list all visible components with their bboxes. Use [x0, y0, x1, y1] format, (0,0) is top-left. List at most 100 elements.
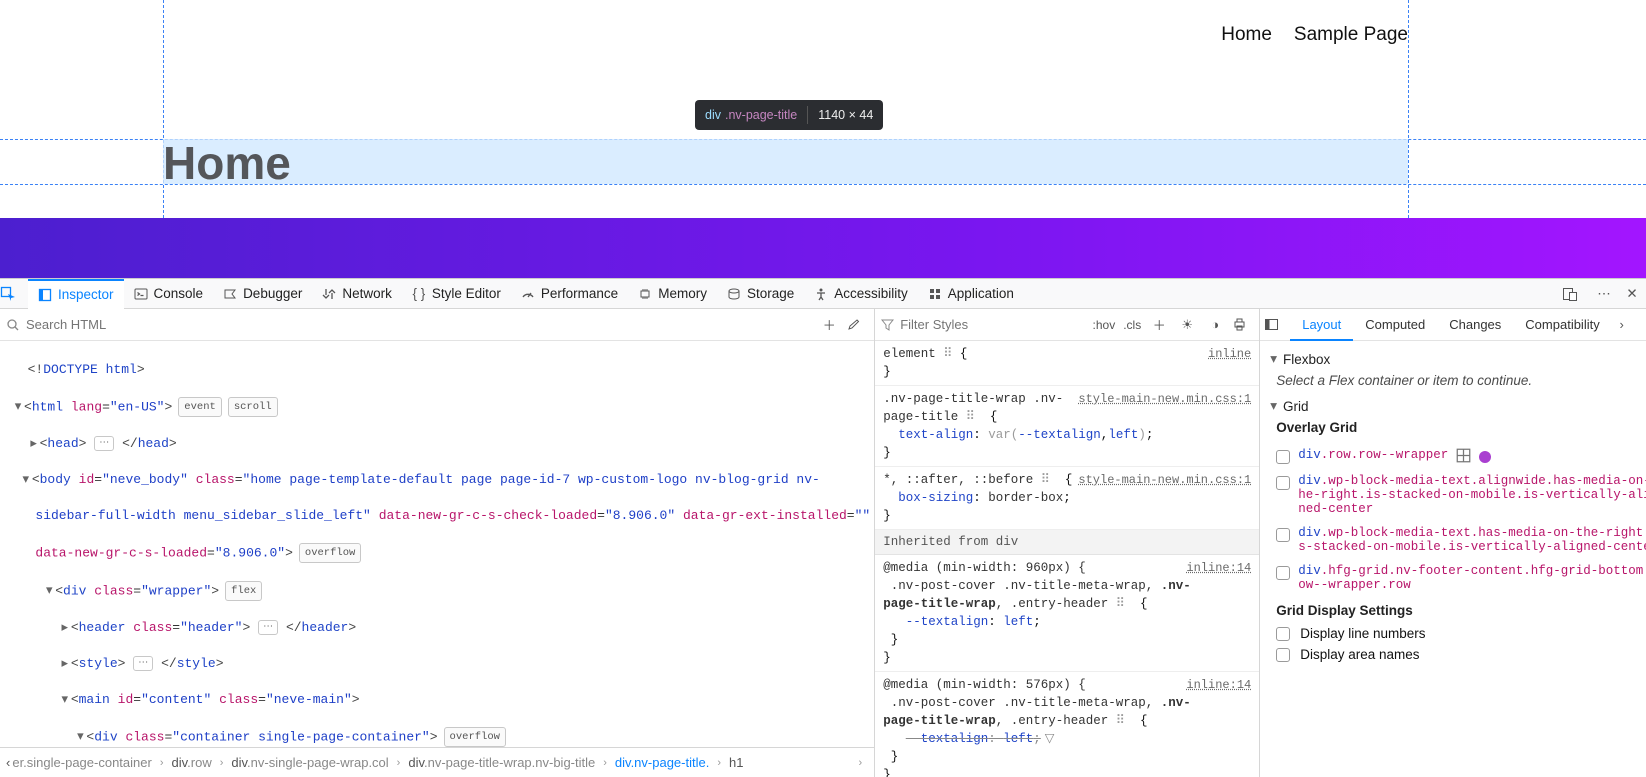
- tab-debugger[interactable]: Debugger: [213, 279, 312, 309]
- print-icon[interactable]: [1233, 318, 1253, 331]
- rule-universal[interactable]: style-main-new.min.css:1 *, ::after, ::b…: [875, 467, 1259, 530]
- color-swatch[interactable]: [1479, 451, 1491, 463]
- kebab-icon[interactable]: ⋯: [1590, 286, 1618, 302]
- rule-media-576[interactable]: inline:14 @media (min-width: 576px) { .n…: [875, 672, 1259, 777]
- flexbox-header[interactable]: Flexbox: [1270, 351, 1646, 367]
- tab-label: Accessibility: [834, 286, 908, 301]
- breadcrumbs[interactable]: ‹ er.single-page-container› div.row› div…: [0, 747, 874, 777]
- checkbox[interactable]: [1276, 648, 1290, 662]
- markup-tree[interactable]: <!DOCTYPE html> <html lang="en-US">event…: [0, 341, 874, 747]
- tab-style-editor[interactable]: { }Style Editor: [402, 279, 511, 309]
- rule-page-title[interactable]: style-main-new.min.css:1 .nv-page-title-…: [875, 386, 1259, 467]
- tab-label: Inspector: [58, 287, 114, 302]
- tab-application[interactable]: Application: [918, 279, 1024, 309]
- purple-hero: [0, 218, 1646, 278]
- funnel-icon: [881, 318, 894, 331]
- eyedropper-icon[interactable]: [846, 318, 868, 332]
- tab-inspector[interactable]: Inspector: [28, 279, 124, 309]
- tab-label: Network: [342, 286, 392, 301]
- source-link[interactable]: inline:14: [1186, 559, 1251, 577]
- checkbox[interactable]: [1276, 627, 1290, 641]
- grid-list: div.row.row--wrapper div.wp-block-media-…: [1276, 443, 1646, 597]
- rule-element[interactable]: inline element ⠿ {}: [875, 341, 1259, 386]
- element-picker-icon[interactable]: [0, 286, 28, 302]
- source-link[interactable]: inline:14: [1186, 676, 1251, 694]
- crumb[interactable]: div.nv-page-title-wrap.nv-big-title: [408, 755, 595, 770]
- badge-flex[interactable]: flex: [225, 581, 262, 601]
- subtab-compat[interactable]: Compatibility: [1513, 309, 1611, 341]
- checkbox[interactable]: [1276, 476, 1290, 490]
- tab-console[interactable]: Console: [124, 279, 214, 309]
- nav-link-home[interactable]: Home: [1221, 24, 1272, 46]
- checkbox[interactable]: [1276, 450, 1290, 464]
- grid-badge-icon[interactable]: [1456, 448, 1471, 463]
- crumb[interactable]: h1: [729, 755, 743, 770]
- cls-toggle[interactable]: .cls: [1123, 318, 1141, 332]
- grid-overlay-item[interactable]: div.wp-block-media-text.has-media-on-the…: [1276, 521, 1646, 559]
- badge-scroll[interactable]: scroll: [228, 397, 278, 417]
- grid-overlay-item[interactable]: div.wp-block-media-text.alignwide.has-me…: [1276, 469, 1646, 521]
- a11y-icon: [814, 287, 828, 301]
- crumb[interactable]: div.row: [172, 755, 212, 770]
- markup-toolbar: ＋: [0, 309, 874, 341]
- grid-overlay-item[interactable]: div.row.row--wrapper: [1276, 443, 1646, 469]
- funnel-icon[interactable]: ▽: [1045, 732, 1055, 746]
- badge-overflow[interactable]: overflow: [299, 543, 361, 563]
- dark-scheme-icon[interactable]: ◑: [1205, 317, 1225, 332]
- light-scheme-icon[interactable]: ☀: [1177, 317, 1197, 333]
- crumb-active[interactable]: div.nv-page-title.: [615, 755, 709, 770]
- crumb[interactable]: er.single-page-container: [12, 755, 151, 770]
- crumb[interactable]: div.nv-single-page-wrap.col: [231, 755, 388, 770]
- search-html[interactable]: [6, 317, 812, 332]
- setting-area-names[interactable]: Display area names: [1276, 647, 1646, 662]
- badge-overflow[interactable]: overflow: [444, 727, 506, 747]
- search-icon: [6, 318, 20, 332]
- network-icon: [322, 287, 336, 301]
- chevron-right-icon[interactable]: ›: [1612, 317, 1632, 332]
- filter-input[interactable]: [900, 317, 1084, 332]
- rules-toolbar: :hov .cls ＋ ☀ ◑: [875, 309, 1259, 341]
- filter-styles[interactable]: [881, 317, 1084, 332]
- close-icon[interactable]: ✕: [1618, 286, 1646, 302]
- tab-memory[interactable]: Memory: [628, 279, 717, 309]
- source-link[interactable]: style-main-new.min.css:1: [1078, 390, 1251, 408]
- tab-network[interactable]: Network: [312, 279, 402, 309]
- nav-link-sample[interactable]: Sample Page: [1294, 24, 1408, 46]
- tab-label: Style Editor: [432, 286, 501, 301]
- storage-icon: [727, 287, 741, 301]
- rules-body[interactable]: inline element ⠿ {} style-main-new.min.c…: [875, 341, 1259, 777]
- tooltip-class: .nv-page-title: [725, 108, 797, 122]
- tooltip-dims: 1140 × 44: [818, 108, 873, 122]
- tab-storage[interactable]: Storage: [717, 279, 804, 309]
- new-rule-icon[interactable]: ＋: [1149, 315, 1169, 334]
- source-link[interactable]: style-main-new.min.css:1: [1078, 471, 1251, 489]
- setting-label: Display line numbers: [1300, 626, 1425, 641]
- source-link[interactable]: inline: [1208, 345, 1251, 363]
- crumb-prev-icon[interactable]: ‹: [6, 755, 10, 770]
- grid-overlay-item[interactable]: div.hfg-grid.nv-footer-content.hfg-grid-…: [1276, 559, 1646, 597]
- responsive-mode-icon[interactable]: [1562, 286, 1590, 302]
- rule-media-960[interactable]: inline:14 @media (min-width: 960px) { .n…: [875, 555, 1259, 672]
- markup-pane: ＋ <!DOCTYPE html> <html lang="en-US">eve…: [0, 309, 875, 777]
- layout-body[interactable]: Flexbox Select a Flex container or item …: [1260, 341, 1646, 777]
- subtab-computed[interactable]: Computed: [1353, 309, 1437, 341]
- crumb-next-icon[interactable]: ›: [859, 757, 863, 769]
- overlay-grid-header: Overlay Grid: [1276, 420, 1646, 435]
- grid-header[interactable]: Grid: [1270, 398, 1646, 414]
- flexbox-hint: Select a Flex container or item to conti…: [1276, 373, 1646, 388]
- setting-line-numbers[interactable]: Display line numbers: [1276, 626, 1646, 641]
- hov-toggle[interactable]: :hov: [1093, 318, 1116, 332]
- checkbox[interactable]: [1276, 566, 1290, 580]
- search-html-input[interactable]: [26, 317, 812, 332]
- console-icon: [134, 287, 148, 301]
- tab-label: Debugger: [243, 286, 302, 301]
- tab-accessibility[interactable]: Accessibility: [804, 279, 918, 309]
- subtab-layout[interactable]: Layout: [1290, 309, 1353, 341]
- add-node-icon[interactable]: ＋: [818, 315, 840, 334]
- devtools-panes: ＋ <!DOCTYPE html> <html lang="en-US">eve…: [0, 309, 1646, 777]
- tab-performance[interactable]: Performance: [511, 279, 628, 309]
- sidebar-toggle-icon[interactable]: [1264, 317, 1290, 332]
- badge-event[interactable]: event: [178, 397, 222, 417]
- checkbox[interactable]: [1276, 528, 1290, 542]
- subtab-changes[interactable]: Changes: [1437, 309, 1513, 341]
